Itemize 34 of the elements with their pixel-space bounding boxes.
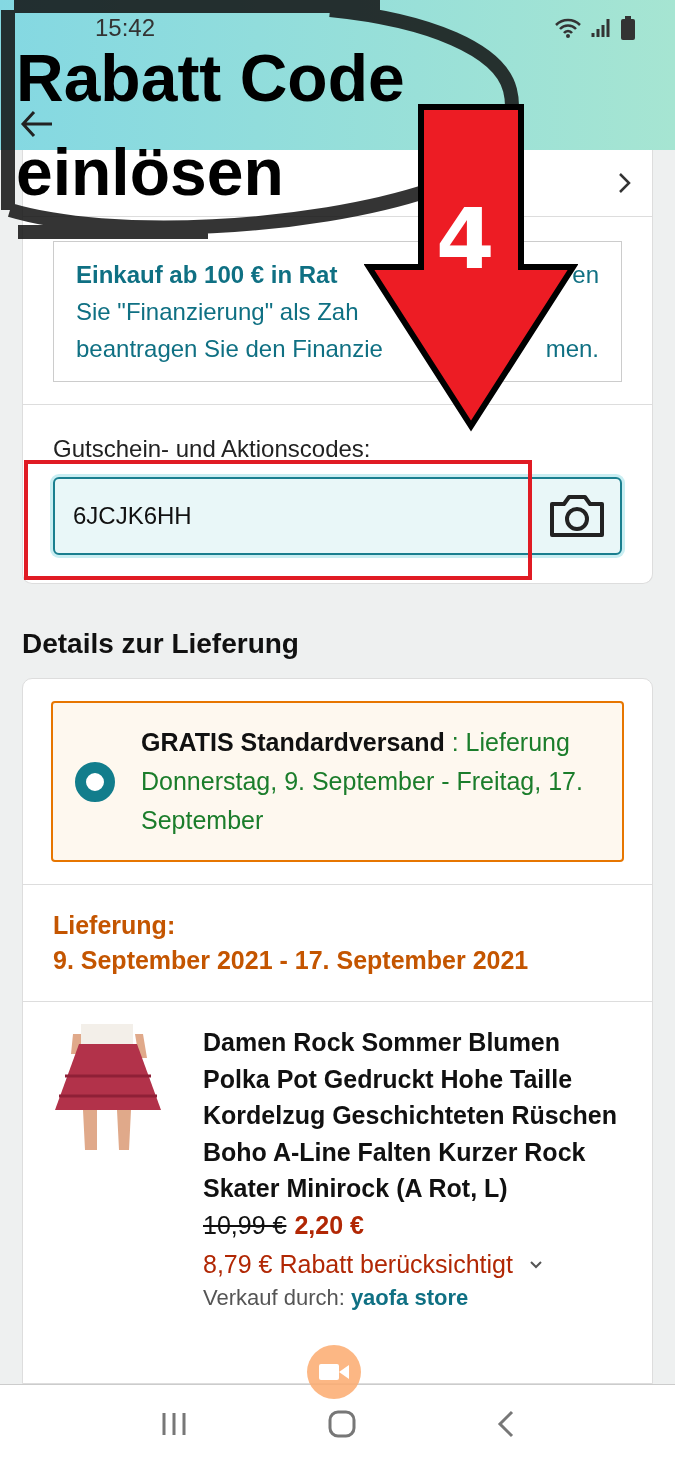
battery-icon (621, 16, 635, 40)
coupon-label: Gutschein- und Aktionscodes: (53, 435, 372, 463)
home-icon[interactable] (328, 1410, 357, 1438)
discount-text: 8,79 € Rabatt berücksichtigt (203, 1249, 513, 1279)
coupon-field[interactable]: 6JCJK6HH (53, 477, 622, 555)
old-price: 10,99 € (203, 1210, 287, 1240)
notice-text: Einkauf ab 100 € in Rat (76, 260, 338, 289)
camera-icon[interactable] (548, 494, 606, 538)
step-number: 4 (436, 190, 495, 288)
back-icon[interactable] (496, 1410, 515, 1438)
video-camera-icon (319, 1362, 349, 1382)
section-heading: Details zur Lieferung (22, 628, 300, 660)
delivery-label: Lieferung: (53, 911, 177, 940)
recent-apps-icon[interactable] (160, 1411, 189, 1437)
wifi-icon (555, 17, 581, 39)
notice-text: en (572, 260, 599, 289)
shipping-option[interactable]: GRATIS Standardversand : Lieferung Donnerstag, 9. September - Freitag, 17. September (51, 701, 624, 862)
price: 2,20 € (294, 1210, 364, 1240)
overlay-title: einlösen (16, 142, 284, 202)
notice-text: Sie "Finanzierung" als Zah (76, 297, 359, 326)
notice-text: men. (545, 334, 599, 363)
back-arrow-icon[interactable] (20, 110, 54, 138)
shipping-option-text: GRATIS Standardversand : Lieferung Donnerstag, 9. September - Freitag, 17. September (141, 727, 584, 836)
chevron-down-icon[interactable] (528, 1259, 543, 1269)
product-title[interactable]: Damen Rock Sommer Blumen Polka Pot Gedruckt Hohe Taille Kordelzug Geschichteten Rüschen Boho A-Line Falten Kurzer Rock Skater Minirock (A Rot, L) (203, 1024, 622, 1207)
chevron-right-icon[interactable] (618, 172, 632, 194)
seller-link[interactable]: yaofa store (350, 1284, 469, 1311)
signal-icon (591, 17, 611, 39)
delivery-dates: 9. September 2021 - 17. September 2021 (53, 946, 530, 975)
notice-text: beantragen Sie den Finanzie (76, 334, 383, 363)
status-time: 15:42 (95, 14, 156, 42)
overlay-title: Rabatt Code (16, 48, 405, 108)
radio-button[interactable] (75, 761, 115, 802)
seller-label: Verkauf durch: (203, 1284, 345, 1311)
